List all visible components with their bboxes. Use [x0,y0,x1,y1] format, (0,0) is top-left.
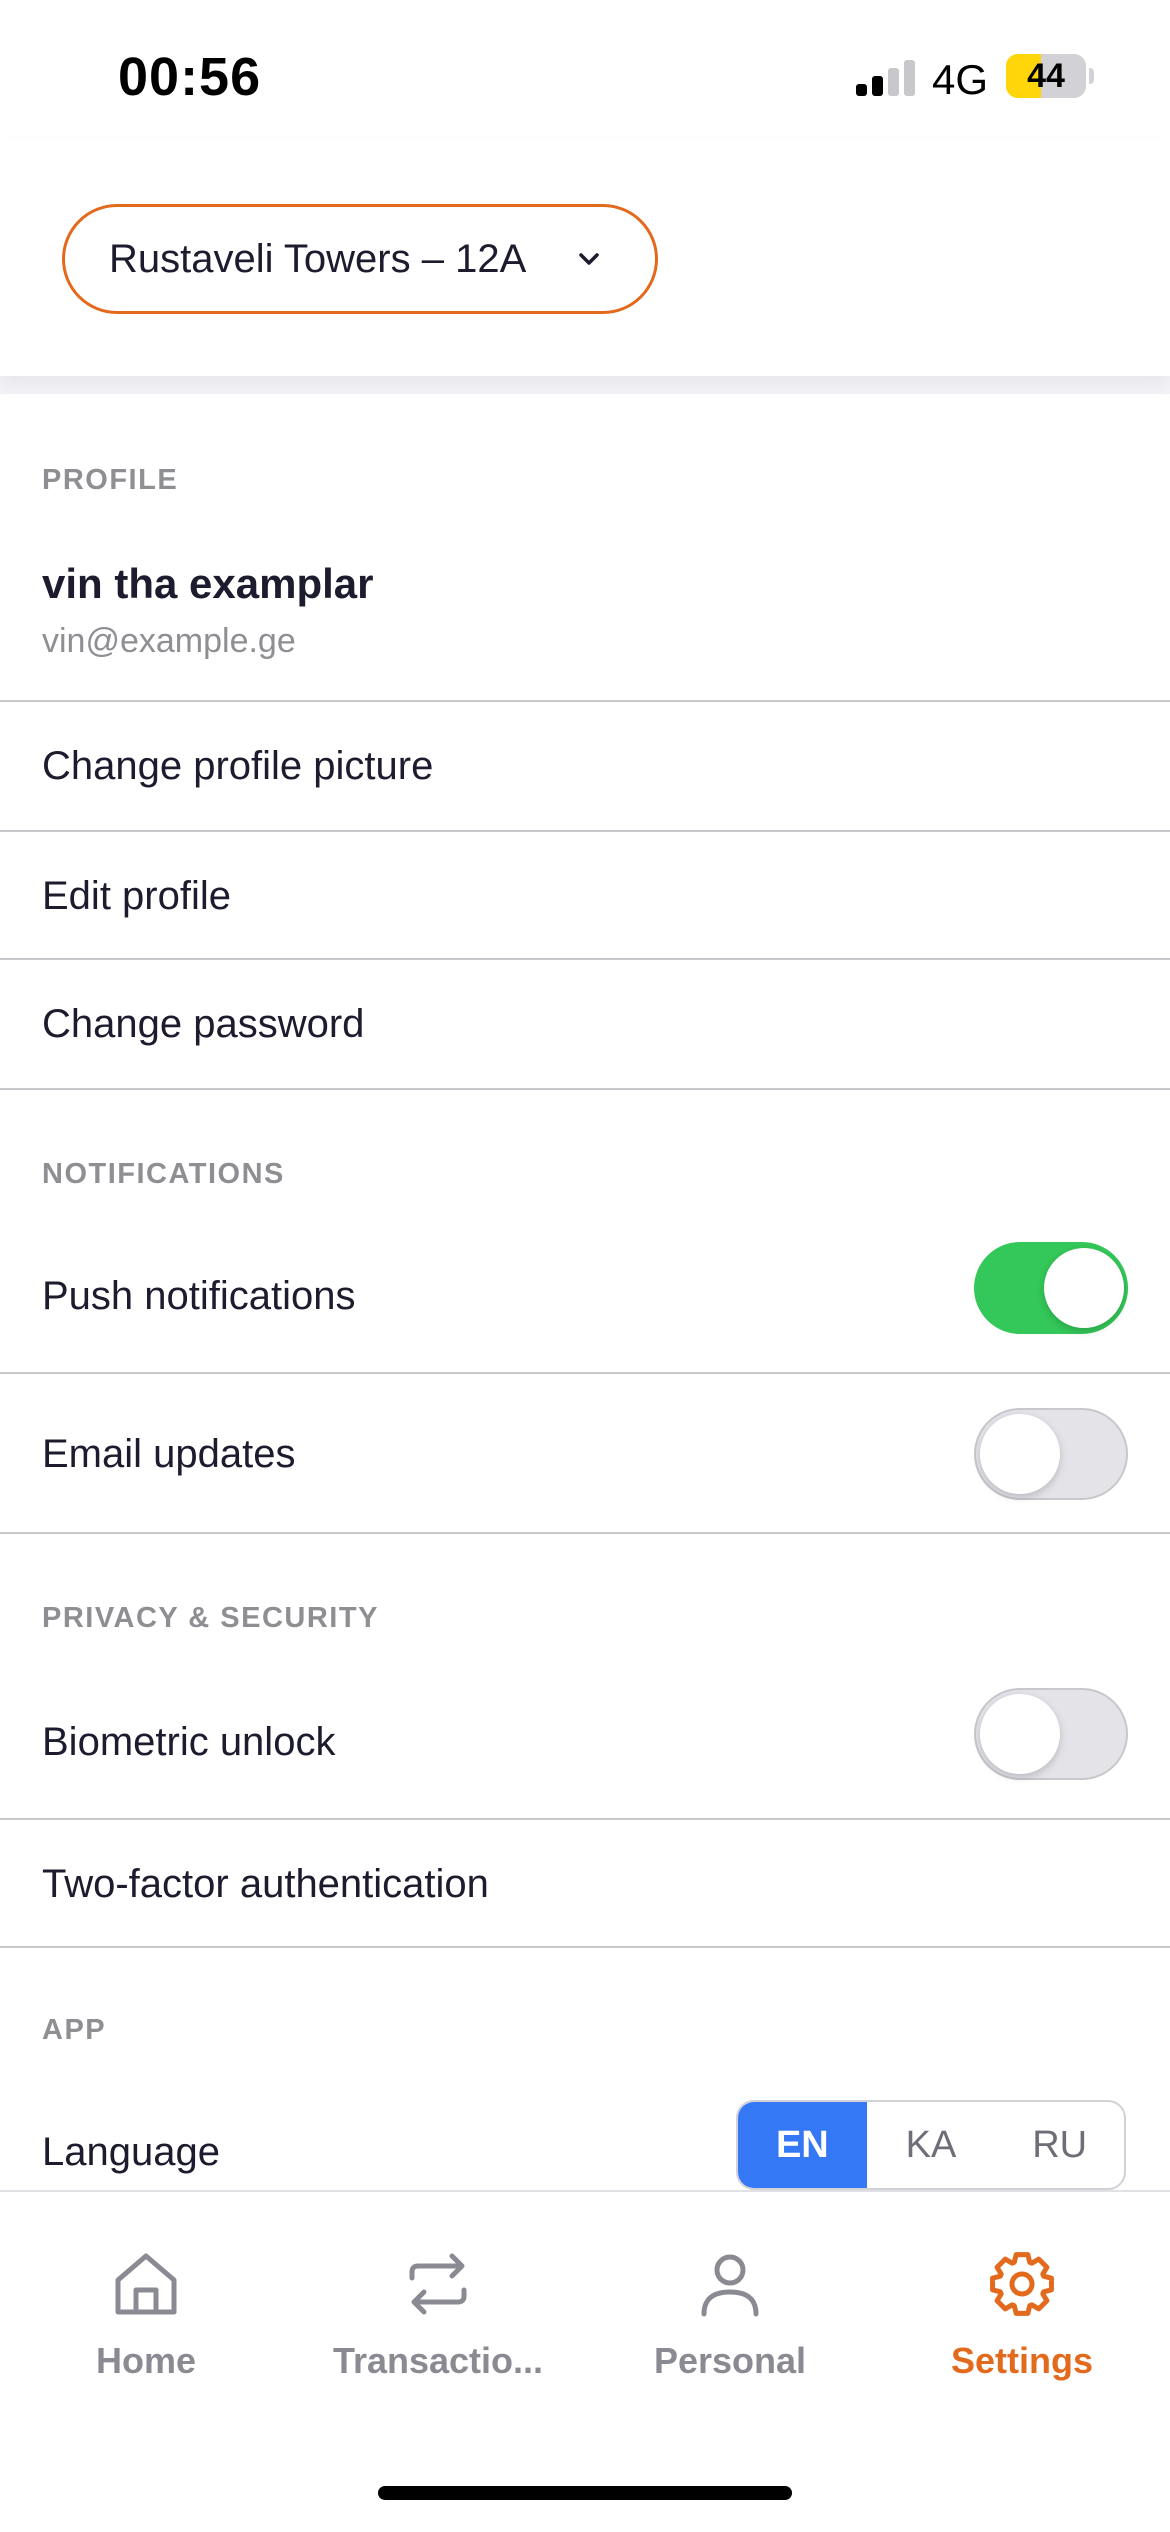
property-header: Rustaveli Towers – 12A [0,140,1170,376]
change-password-item[interactable]: Change password [0,960,1170,1090]
signal-strength-icon [856,60,916,96]
email-updates-toggle[interactable] [974,1408,1128,1500]
push-notifications-label: Push notifications [42,1274,356,1318]
profile-summary: vin tha examplar vin@example.ge [0,394,1170,702]
status-time: 00:56 [118,47,262,107]
tab-transactions[interactable]: Transactio... [292,2192,584,2422]
push-notifications-row: Push notifications [0,1232,1170,1374]
email-updates-label: Email updates [42,1432,296,1476]
tab-home[interactable]: Home [0,2192,292,2422]
battery-icon: 44 [1006,54,1086,98]
gear-icon [990,2252,1054,2316]
language-option-ru[interactable]: RU [995,2102,1124,2188]
edit-profile-item[interactable]: Edit profile [0,832,1170,960]
language-option-ka[interactable]: KA [867,2102,996,2188]
language-option-en[interactable]: EN [738,2102,867,2188]
settings-list: PROFILE vin tha examplar vin@example.ge … [0,394,1170,2190]
language-segmented-control: EN KA RU [736,2100,1126,2190]
toggle-knob [980,1694,1060,1774]
tab-transactions-label: Transactio... [332,2340,544,2381]
two-factor-authentication-item[interactable]: Two-factor authentication [0,1820,1170,1948]
chevron-down-icon [579,253,599,265]
biometric-unlock-row: Biometric unlock [0,1676,1170,1820]
language-row: Language EN KA RU [0,2088,1170,2198]
property-selector[interactable]: Rustaveli Towers – 12A [62,204,658,314]
profile-email: vin@example.ge [42,622,296,660]
edit-profile-label: Edit profile [42,874,231,918]
home-indicator [378,2486,792,2500]
email-updates-row: Email updates [0,1374,1170,1534]
battery-tip [1089,68,1094,84]
transfer-arrows-icon [409,2253,467,2315]
change-profile-picture-label: Change profile picture [42,744,434,788]
tab-personal[interactable]: Personal [584,2192,876,2422]
push-notifications-toggle[interactable] [974,1242,1128,1334]
profile-name: vin tha examplar [42,560,374,607]
language-label: Language [42,2130,220,2174]
status-bar: 00:56 4G 44 [0,0,1170,140]
person-icon [701,2254,759,2317]
toggle-knob [1044,1248,1124,1328]
change-profile-picture-item[interactable]: Change profile picture [0,702,1170,832]
tab-home-label: Home [95,2340,197,2381]
tab-settings[interactable]: Settings [876,2192,1168,2422]
battery-percent: 44 [1027,57,1065,95]
tab-bar: Home Transactio... Personal Settings [0,2190,1170,2532]
tab-settings-label: Settings [950,2340,1093,2381]
network-type: 4G [932,56,989,103]
home-icon [115,2253,177,2315]
section-title-notifications: NOTIFICATIONS [42,1158,285,1190]
biometric-unlock-label: Biometric unlock [42,1720,336,1764]
section-title-app: APP [42,2014,107,2046]
change-password-label: Change password [42,1002,365,1046]
two-factor-authentication-label: Two-factor authentication [42,1862,489,1906]
section-title-privacy-security: PRIVACY & SECURITY [42,1602,379,1634]
toggle-knob [980,1414,1060,1494]
property-selector-label: Rustaveli Towers – 12A [109,236,527,281]
biometric-unlock-toggle[interactable] [974,1688,1128,1780]
tab-personal-label: Personal [653,2340,807,2381]
